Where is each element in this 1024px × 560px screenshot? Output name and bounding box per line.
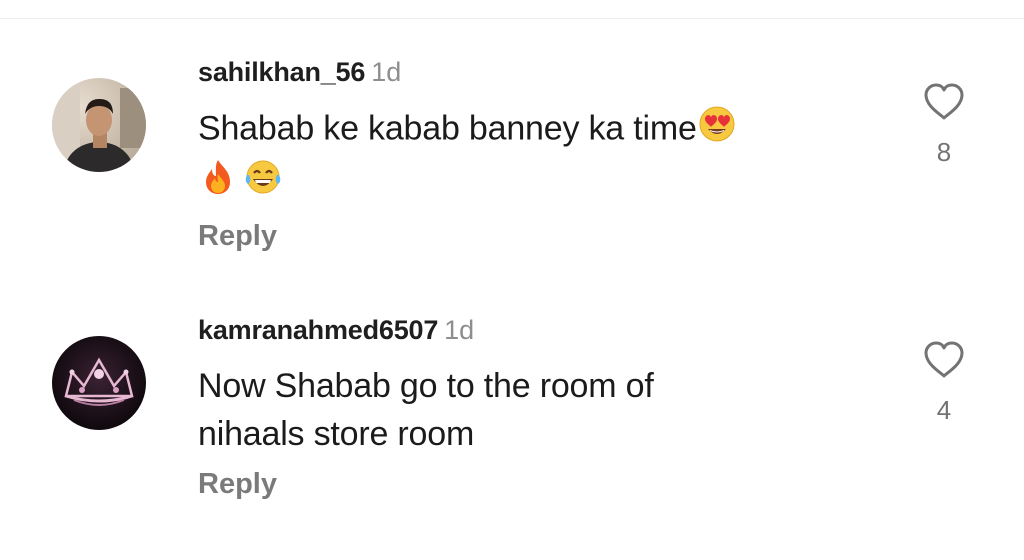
like-count: 8 <box>936 137 952 167</box>
crown-avatar-icon <box>52 336 146 430</box>
user-photo-avatar-icon <box>52 78 146 172</box>
username[interactable]: kamranahmed6507 <box>198 315 438 345</box>
like-count: 4 <box>936 395 952 425</box>
fire-emoji-icon <box>198 157 238 210</box>
heart-icon[interactable] <box>922 340 966 385</box>
avatar[interactable] <box>52 78 146 172</box>
comment-text-line: Shabab ke kabab banney ka time <box>198 109 697 148</box>
reply-button[interactable]: Reply <box>198 464 277 504</box>
timestamp: 1d <box>444 315 475 345</box>
tears-of-joy-emoji-icon <box>242 157 284 210</box>
comment-text-line: Now Shabab go to the room of <box>198 367 654 405</box>
comment-text: Now Shabab go to the room of nihaals sto… <box>198 362 858 458</box>
heart-icon[interactable] <box>922 82 966 127</box>
like-area: 8 <box>918 82 970 167</box>
comment-body: sahilkhan_56 1d Shabab ke kabab banney ka… <box>198 54 858 256</box>
comment-text: Shabab ke kabab banney ka time <box>198 104 858 210</box>
username[interactable]: sahilkhan_56 <box>198 57 365 87</box>
like-area: 4 <box>918 340 970 425</box>
top-divider <box>0 18 1024 19</box>
reply-button[interactable]: Reply <box>198 216 277 256</box>
heart-eyes-emoji-icon <box>697 104 737 157</box>
comment-meta: kamranahmed6507 1d <box>198 312 858 348</box>
comment-text-line: nihaals store room <box>198 415 475 453</box>
comment-meta: sahilkhan_56 1d <box>198 54 858 90</box>
timestamp: 1d <box>371 57 402 87</box>
comment-body: kamranahmed6507 1d Now Shabab go to the r… <box>198 312 858 504</box>
avatar[interactable] <box>52 336 146 430</box>
